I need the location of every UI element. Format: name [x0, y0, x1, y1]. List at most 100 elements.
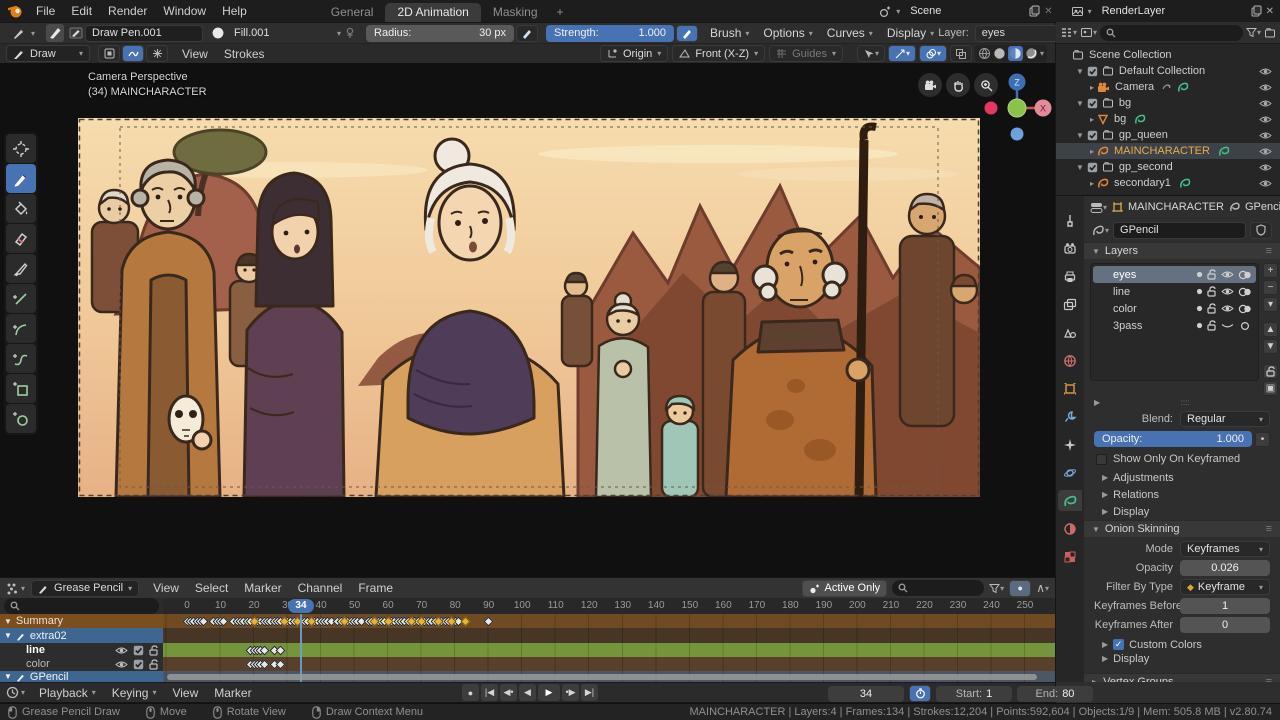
layer-lock-icon[interactable]: [1207, 320, 1217, 331]
visibility-eye-icon[interactable]: [1259, 179, 1272, 188]
curves-menu[interactable]: Curves▾: [823, 26, 877, 40]
next-keyframe-button[interactable]: •▶: [562, 684, 579, 701]
expand-icon[interactable]: ▸: [1090, 147, 1094, 156]
display-mode-dropdown[interactable]: ▾: [1060, 26, 1077, 39]
channel-color[interactable]: color: [0, 657, 163, 671]
frame-end-field[interactable]: End:80: [1017, 686, 1093, 702]
play-button[interactable]: ▶: [538, 684, 560, 701]
outliner-filter-id-dropdown[interactable]: ▾: [1080, 26, 1097, 39]
dopesheet-editor-type-icon[interactable]: ▾: [0, 582, 31, 595]
pin-icon[interactable]: [344, 27, 356, 39]
properties-tab-modifiers[interactable]: [1058, 406, 1082, 427]
active-tool-icon[interactable]: ▾: [5, 25, 41, 42]
shading-material-icon[interactable]: [1008, 46, 1023, 61]
channel-lock-icon[interactable]: [149, 645, 159, 656]
custom-colors-checkbox[interactable]: ✓: [1113, 639, 1124, 650]
camera-frame[interactable]: [78, 118, 980, 497]
radius-slider[interactable]: Radius:30 px: [366, 25, 514, 42]
layer-lock-icon[interactable]: [1207, 269, 1217, 280]
new-scene-icon[interactable]: [1028, 5, 1040, 17]
channel-gpencil[interactable]: ▼GPencil: [0, 671, 163, 682]
onion-opacity-field[interactable]: 0.026: [1180, 560, 1270, 576]
options-menu[interactable]: Options▾: [759, 26, 816, 40]
new-render-layer-icon[interactable]: [1250, 5, 1262, 17]
workspace-tab-general[interactable]: General: [319, 3, 386, 22]
shading-wireframe-icon[interactable]: [978, 47, 991, 60]
display-menu[interactable]: Display▾: [883, 26, 938, 40]
active-only-toggle[interactable]: Active Only: [802, 580, 888, 597]
outliner-row-camera[interactable]: ▸Camera: [1056, 79, 1280, 95]
expand-icon[interactable]: ▼: [4, 631, 12, 640]
remove-render-layer-icon[interactable]: ✕: [1266, 6, 1274, 17]
remove-layer-button[interactable]: −: [1263, 280, 1278, 295]
dopesheet-filter-dropdown[interactable]: ▾: [989, 583, 1004, 594]
viewport-canvas[interactable]: Camera Perspective (34) MAINCHARACTER: [0, 63, 1055, 577]
channel-visibility-icon[interactable]: [115, 646, 128, 655]
render-layer-chevron[interactable]: ▾: [1088, 7, 1092, 16]
play-reverse-button[interactable]: ◀: [519, 684, 536, 701]
collection-checkbox[interactable]: [1087, 162, 1098, 173]
panel-display[interactable]: ▶Display: [1084, 503, 1280, 520]
xray-toggle-icon[interactable]: [950, 45, 972, 62]
shading-solid-icon[interactable]: [993, 47, 1006, 60]
scene-icon[interactable]: [879, 5, 892, 18]
tool-cutter-button[interactable]: [6, 254, 36, 283]
keyframe-area[interactable]: [163, 614, 1055, 682]
view-menu[interactable]: View: [174, 47, 216, 61]
properties-tab-physics[interactable]: [1058, 462, 1082, 483]
channel-summary[interactable]: ▼Summary: [0, 614, 163, 628]
topbar-menu-edit[interactable]: Edit: [63, 4, 100, 18]
gpencil-layer-row-eyes[interactable]: eyes: [1093, 266, 1256, 283]
radius-pressure-icon[interactable]: [516, 25, 538, 42]
panel-adjustments[interactable]: ▶Adjustments: [1084, 469, 1280, 486]
dopesheet-menu-view[interactable]: View: [145, 581, 187, 595]
isolate-layer-button[interactable]: ▣: [1263, 381, 1278, 396]
layer-lock-icon[interactable]: [1207, 303, 1217, 314]
interpolation-dropdown[interactable]: ∧▾: [1036, 581, 1049, 595]
add-layer-button[interactable]: +: [1263, 263, 1278, 278]
brush-datablock-icon[interactable]: [69, 26, 83, 40]
move-layer-down-button[interactable]: ▼: [1263, 339, 1278, 354]
gpencil-layer-row-line[interactable]: line: [1093, 283, 1256, 300]
use-preview-range-icon[interactable]: [909, 685, 931, 702]
channel-enable-checkbox[interactable]: [133, 645, 144, 656]
topbar-menu-window[interactable]: Window: [155, 4, 214, 18]
current-frame-field[interactable]: 34: [828, 686, 904, 702]
jump-to-end-button[interactable]: ▶|: [581, 684, 598, 701]
outliner-row-bg[interactable]: ▼bg: [1056, 95, 1280, 111]
strength-pressure-icon[interactable]: [676, 25, 698, 42]
editor-type-icon[interactable]: ▾: [1090, 201, 1107, 214]
expand-icon[interactable]: ▼: [4, 672, 12, 681]
move-layer-up-button[interactable]: ▲: [1263, 322, 1278, 337]
onion-filter-dropdown[interactable]: ◆ Keyframe▾: [1180, 579, 1270, 595]
render-layer-icon[interactable]: [1071, 5, 1084, 18]
channel-lock-icon[interactable]: [149, 659, 159, 670]
properties-tab-output[interactable]: [1058, 266, 1082, 287]
channel-search-input[interactable]: [4, 598, 159, 614]
tool-curve-button[interactable]: [6, 344, 36, 373]
playbar-menu-marker[interactable]: Marker: [206, 686, 259, 700]
origin-toggle-icon[interactable]: [98, 45, 120, 62]
properties-tab-tool[interactable]: [1058, 210, 1082, 231]
channel-line[interactable]: line: [0, 643, 163, 657]
topbar-menu-render[interactable]: Render: [100, 4, 155, 18]
layer-onion-icon[interactable]: [1238, 287, 1252, 297]
gizmo-toggle-icon[interactable]: ▾: [888, 45, 916, 62]
viewport-artwork[interactable]: [78, 118, 980, 497]
layers-section-header[interactable]: ▼Layers≡: [1084, 242, 1280, 259]
scene-name-field[interactable]: Scene: [904, 3, 1024, 20]
tool-line-button[interactable]: [6, 284, 36, 313]
unlink-scene-icon[interactable]: ✕: [1044, 6, 1052, 17]
channel-extra02[interactable]: ▼extra02: [0, 628, 163, 643]
expand-icon[interactable]: ▸: [1090, 115, 1094, 124]
current-frame-badge[interactable]: 34: [288, 599, 314, 613]
expand-icon[interactable]: ▼: [1076, 163, 1084, 172]
strength-slider[interactable]: Strength:1.000: [546, 25, 674, 42]
layer-visibility-icon[interactable]: [1221, 287, 1234, 296]
properties-tab-texture[interactable]: [1058, 546, 1082, 567]
previous-keyframe-button[interactable]: ◀•: [500, 684, 517, 701]
orientation-dropdown[interactable]: Front (X-Z)▾: [672, 45, 765, 62]
expand-icon[interactable]: ▼: [4, 617, 12, 626]
timeline-editor-type-icon[interactable]: ▾: [0, 686, 31, 699]
channel-enable-checkbox[interactable]: [133, 659, 144, 670]
